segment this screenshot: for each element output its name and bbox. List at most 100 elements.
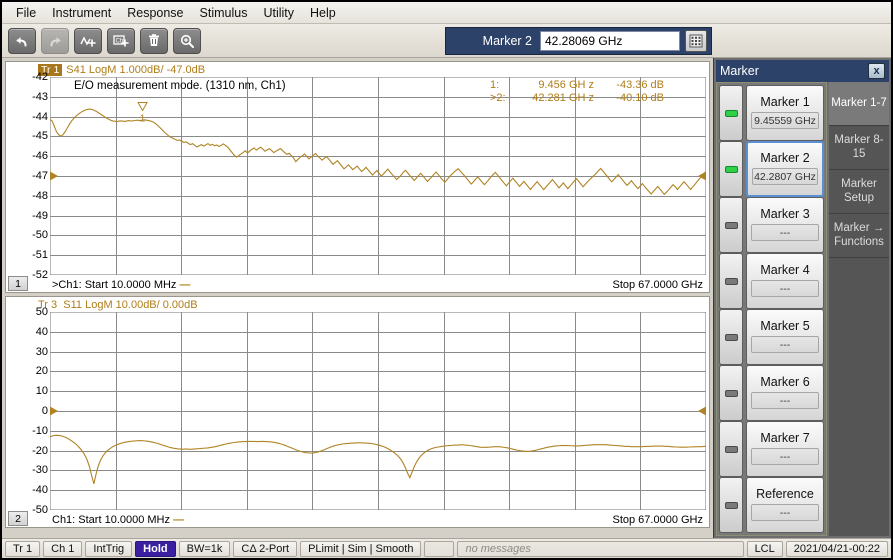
- marker-toggle-7[interactable]: [719, 421, 743, 477]
- chart-stack: Tr 1S41 LogM 1.000dB/ -47.0dB -42-43-44-…: [2, 58, 713, 538]
- marker-toggle-5[interactable]: [719, 309, 743, 365]
- marker-button-value[interactable]: ---: [751, 392, 819, 409]
- menu-item-response[interactable]: Response: [119, 4, 191, 22]
- delete-icon[interactable]: [140, 28, 168, 54]
- marker-tab-2[interactable]: Marker 8-15: [829, 126, 889, 170]
- menu-item-stimulus[interactable]: Stimulus: [192, 4, 256, 22]
- marker-row-8: Reference---: [719, 477, 824, 533]
- menu-item-instrument[interactable]: Instrument: [44, 4, 119, 22]
- marker-button-8[interactable]: Reference---: [746, 477, 824, 533]
- zoom-icon[interactable]: [173, 28, 201, 54]
- marker-tab-column: Marker 1-7Marker 8-15Marker SetupMarker …: [829, 82, 889, 536]
- led-indicator-icon: [725, 502, 738, 509]
- led-indicator-icon: [725, 446, 738, 453]
- marker-toggle-6[interactable]: [719, 365, 743, 421]
- chart-stop-label-1: Stop 67.0000 GHz: [612, 279, 703, 291]
- led-indicator-icon: [725, 278, 738, 285]
- marker-button-value[interactable]: ---: [751, 336, 819, 353]
- marker-row-1: Marker 1 9.45559 GHz: [719, 85, 824, 141]
- chart-grid-2: [50, 312, 706, 510]
- marker-button-label: Marker 5: [760, 319, 809, 333]
- y-tick-label: 50: [36, 306, 48, 318]
- marker-button-label: Marker 1: [760, 95, 809, 109]
- marker-value-input[interactable]: [540, 31, 680, 51]
- marker-toggle-1[interactable]: [719, 85, 743, 141]
- chart-stop-label-2: Stop 67.0000 GHz: [612, 514, 703, 526]
- y-tick-label: -43: [32, 91, 48, 103]
- side-panel-title: Marker: [720, 64, 868, 78]
- plot-area-2[interactable]: [50, 312, 706, 510]
- marker-toggle-3[interactable]: [719, 197, 743, 253]
- marker-readout-id: >2:: [490, 92, 508, 105]
- status-item-tr-1[interactable]: Tr 1: [5, 541, 40, 557]
- marker-toggle-4[interactable]: [719, 253, 743, 309]
- marker-readout-row: >2:42.281 GH z-40.10 dB: [490, 92, 664, 105]
- marker-button-5[interactable]: Marker 5 ---: [746, 309, 824, 365]
- menu-item-file[interactable]: File: [8, 4, 44, 22]
- status-item-hold[interactable]: Hold: [135, 541, 175, 557]
- marker-toggle-2[interactable]: [719, 141, 743, 197]
- status-item-inttrig[interactable]: IntTrig: [85, 541, 132, 557]
- marker-row-2: Marker 2 42.2807 GHz: [719, 141, 824, 197]
- chart-panel-2[interactable]: Tr 3 S11 LogM 10.00dB/ 0.00dB 5040302010…: [5, 296, 710, 528]
- marker-readout-frequency: 9.456 GH z: [508, 79, 594, 92]
- y-tick-label: -48: [32, 190, 48, 202]
- marker-button-4[interactable]: Marker 4 ---: [746, 253, 824, 309]
- menu-item-utility[interactable]: Utility: [255, 4, 302, 22]
- add-trace-icon[interactable]: [74, 28, 102, 54]
- marker-tab-4[interactable]: Marker → Functions: [829, 214, 889, 258]
- marker-button-6[interactable]: Marker 6 ---: [746, 365, 824, 421]
- led-indicator-icon: [725, 166, 738, 173]
- marker-button-label: Marker 6: [760, 375, 809, 389]
- status-item-bw-1k[interactable]: BW=1k: [179, 541, 231, 557]
- marker-button-3[interactable]: Marker 3---: [746, 197, 824, 253]
- trace-format-1: S41 LogM 1.000dB/ -47.0dB: [66, 64, 205, 76]
- y-tick-label: -20: [32, 445, 48, 457]
- y-tick-label: -49: [32, 210, 48, 222]
- undo-icon[interactable]: [8, 28, 36, 54]
- marker-button-value[interactable]: 9.45559 GHz: [751, 112, 819, 129]
- marker-button-2[interactable]: Marker 2 42.2807 GHz: [746, 141, 824, 197]
- chart-panel-1[interactable]: Tr 1S41 LogM 1.000dB/ -47.0dB -42-43-44-…: [5, 61, 710, 293]
- marker-button-value[interactable]: ---: [751, 448, 819, 465]
- add-channel-icon[interactable]: Ch: [107, 28, 135, 54]
- marker-button-label: Marker 4: [760, 263, 809, 277]
- close-icon[interactable]: x: [868, 63, 885, 79]
- y-tick-label: -46: [32, 150, 48, 162]
- marker-row-3: Marker 3---: [719, 197, 824, 253]
- marker-toggle-8[interactable]: [719, 477, 743, 533]
- y-tick-label: 10: [36, 385, 48, 397]
- y-tick-label: -50: [32, 229, 48, 241]
- marker-button-7[interactable]: Marker 7---: [746, 421, 824, 477]
- main-body: Tr 1S41 LogM 1.000dB/ -47.0dB -42-43-44-…: [2, 58, 891, 538]
- plot-area-1[interactable]: 12: [50, 77, 706, 275]
- marker-button-value[interactable]: ---: [751, 280, 819, 297]
- marker-readout-level: -40.10 dB: [594, 92, 664, 105]
- marker-button-value[interactable]: 42.2807 GHz: [752, 168, 818, 185]
- led-indicator-icon: [725, 390, 738, 397]
- chart-start-label-2: Ch1: Start 10.0000 MHz —: [52, 514, 183, 526]
- marker-readout-level: -43.36 dB: [594, 79, 664, 92]
- keypad-icon[interactable]: [685, 30, 707, 52]
- status-item-plimit-sim-smooth[interactable]: PLimit | Sim | Smooth: [300, 541, 421, 557]
- status-item-c-2-port[interactable]: CΔ 2-Port: [233, 541, 297, 557]
- marker-button-value[interactable]: ---: [751, 504, 819, 521]
- marker-row-4: Marker 4 ---: [719, 253, 824, 309]
- y-tick-label: -51: [32, 249, 48, 261]
- status-item-lcl[interactable]: LCL: [747, 541, 783, 557]
- marker-tab-3[interactable]: Marker Setup: [829, 170, 889, 214]
- marker-button-1[interactable]: Marker 1 9.45559 GHz: [746, 85, 824, 141]
- chart-grid-1: 12: [50, 77, 706, 275]
- marker-button-label: Marker 2: [760, 151, 809, 165]
- y-tick-label: -40: [32, 484, 48, 496]
- svg-text:1: 1: [140, 113, 146, 124]
- y-tick-label: -52: [32, 269, 48, 281]
- marker-button-value[interactable]: ---: [751, 224, 819, 241]
- marker-side-panel: Marker x Marker 1 9.45559 GHz Marker 2 42.2…: [713, 58, 891, 538]
- redo-icon[interactable]: [41, 28, 69, 54]
- status-item-ch-1[interactable]: Ch 1: [43, 541, 82, 557]
- side-panel-body: Marker 19.45559 GHzMarker 242.2807 GHzMa…: [716, 82, 889, 536]
- menu-item-help[interactable]: Help: [302, 4, 344, 22]
- marker-row-5: Marker 5 ---: [719, 309, 824, 365]
- marker-tab-1[interactable]: Marker 1-7: [829, 82, 889, 126]
